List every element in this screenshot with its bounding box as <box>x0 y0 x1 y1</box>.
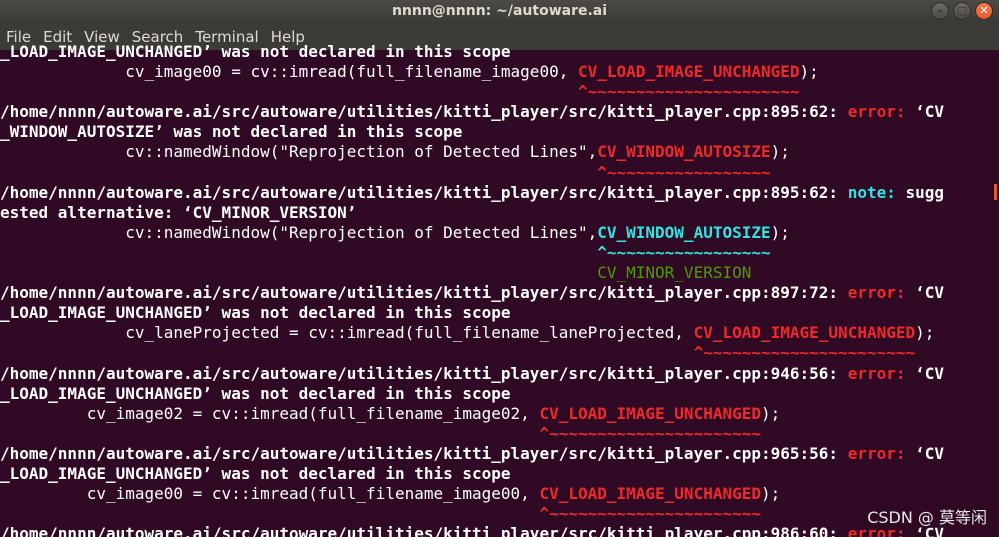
terminal-text: CV_MINOR_VERSION <box>192 202 347 222</box>
terminal-text: cv_image00 = cv::imread(full_filename_im… <box>0 62 578 82</box>
terminal-output[interactable]: _LOAD_IMAGE_UNCHANGED’ was not declared … <box>0 42 992 537</box>
terminal-text: CV_LOAD_IMAGE_UNCHANGED <box>539 484 761 504</box>
terminal-line: ^~~~~~~~~~~~~~~~~~ <box>0 243 992 263</box>
terminal-line: /home/nnnn/autoware.ai/src/autoware/util… <box>0 524 992 537</box>
terminal-line: _LOAD_IMAGE_UNCHANGED’ was not declared … <box>0 303 992 323</box>
terminal-line: ested alternative: ‘CV_MINOR_VERSION’ <box>0 203 992 223</box>
terminal-text: cv::namedWindow("Reprojection of Detecte… <box>0 142 598 162</box>
terminal-text: _LOAD_IMAGE_UNCHANGED’ was not declared … <box>0 42 511 61</box>
terminal-text: _LOAD_IMAGE_UNCHANGED’ was not declared … <box>0 463 511 483</box>
terminal-line: cv_image02 = cv::imread(full_filename_im… <box>0 404 992 424</box>
terminal-text: ); <box>761 403 781 423</box>
terminal-text: /home/nnnn/autoware.ai/src/autoware/util… <box>0 363 848 383</box>
terminal-line: cv::namedWindow("Reprojection of Detecte… <box>0 142 992 162</box>
terminal-line: ^~~~~~~~~~~~~~~~~~~~~~~ <box>0 82 992 102</box>
terminal-text: error: <box>847 443 916 463</box>
terminal-text: /home/nnnn/autoware.ai/src/autoware/util… <box>0 182 848 202</box>
terminal-text: cv_image02 = cv::imread(full_filename_im… <box>0 403 540 423</box>
terminal-text: _WINDOW_AUTOSIZE’ was not declared in th… <box>0 122 463 142</box>
watermark: CSDN @ 莫等闲 <box>867 504 987 528</box>
terminal-text: ); <box>915 323 935 343</box>
terminal-text: /home/nnnn/autoware.ai/src/autoware/util… <box>0 283 848 303</box>
terminal-text: ‘CV <box>915 363 945 383</box>
scrollbar-thumb[interactable] <box>994 184 997 200</box>
terminal-text: ‘CV <box>915 283 945 303</box>
terminal-text: CV_WINDOW_AUTOSIZE <box>597 222 771 242</box>
window-controls: – □ ✕ <box>931 2 993 20</box>
terminal-text: /home/nnnn/autoware.ai/src/autoware/util… <box>0 443 848 463</box>
terminal-text: CV_LOAD_IMAGE_UNCHANGED <box>577 62 800 82</box>
window-titlebar[interactable]: nnnn@nnnn: ~/autoware.ai – □ ✕ <box>0 0 999 22</box>
terminal-line: _LOAD_IMAGE_UNCHANGED’ was not declared … <box>0 42 992 62</box>
close-button[interactable]: ✕ <box>975 2 993 20</box>
terminal-text: ^~~~~~~~~~~~~~~~~~~~~~~ <box>0 82 800 102</box>
terminal-text: ^~~~~~~~~~~~~~~~~~ <box>0 162 771 182</box>
terminal-line: /home/nnnn/autoware.ai/src/autoware/util… <box>0 364 992 384</box>
terminal-line: _LOAD_IMAGE_UNCHANGED’ was not declared … <box>0 464 992 484</box>
terminal-line: ^~~~~~~~~~~~~~~~~~ <box>0 163 992 183</box>
terminal-text: ‘CV <box>915 102 945 122</box>
terminal-text: ^~~~~~~~~~~~~~~~~~~~~~~ <box>0 423 761 443</box>
terminal-text: /home/nnnn/autoware.ai/src/autoware/util… <box>0 524 848 537</box>
terminal-text: _LOAD_IMAGE_UNCHANGED’ was not declared … <box>0 303 511 323</box>
terminal-line: cv_laneProjected = cv::imread(full_filen… <box>0 323 992 343</box>
terminal-line: ^~~~~~~~~~~~~~~~~~~~~~~ <box>0 424 992 444</box>
terminal-text: CV_MINOR_VERSION <box>0 263 752 283</box>
terminal-text: /home/nnnn/autoware.ai/src/autoware/util… <box>0 102 848 122</box>
terminal-text: ^~~~~~~~~~~~~~~~~~~~~~~ <box>0 343 916 363</box>
terminal-text: ); <box>761 484 781 504</box>
terminal-text: ^~~~~~~~~~~~~~~~~~ <box>0 242 771 262</box>
terminal-text: cv_laneProjected = cv::imread(full_filen… <box>0 323 694 343</box>
maximize-button[interactable]: □ <box>953 2 971 20</box>
terminal-line: /home/nnnn/autoware.ai/src/autoware/util… <box>0 102 992 122</box>
terminal-text: cv_image00 = cv::imread(full_filename_im… <box>0 484 540 504</box>
terminal-line: cv::namedWindow("Reprojection of Detecte… <box>0 223 992 243</box>
terminal-text: ‘CV <box>915 443 945 463</box>
scrollbar[interactable] <box>992 50 999 537</box>
minimize-button[interactable]: – <box>931 2 949 20</box>
terminal-line: _WINDOW_AUTOSIZE’ was not declared in th… <box>0 122 992 142</box>
terminal-text: CV_WINDOW_AUTOSIZE <box>597 142 771 162</box>
terminal-line: /home/nnnn/autoware.ai/src/autoware/util… <box>0 183 992 203</box>
terminal-line: CV_MINOR_VERSION <box>0 263 992 283</box>
window-title: nnnn@nnnn: ~/autoware.ai <box>391 3 608 19</box>
terminal-line: /home/nnnn/autoware.ai/src/autoware/util… <box>0 283 992 303</box>
terminal-line: cv_image00 = cv::imread(full_filename_im… <box>0 484 992 504</box>
terminal-text: error: <box>847 283 916 303</box>
terminal-text: ^~~~~~~~~~~~~~~~~~~~~~~ <box>0 504 761 524</box>
terminal-text: ested alternative: ‘ <box>0 202 193 222</box>
terminal-text: CV_LOAD_IMAGE_UNCHANGED <box>539 403 761 423</box>
terminal-text: error: <box>847 102 916 122</box>
terminal-text: note: <box>847 182 906 202</box>
terminal-line: _LOAD_IMAGE_UNCHANGED’ was not declared … <box>0 384 992 404</box>
terminal-line: ^~~~~~~~~~~~~~~~~~~~~~~ <box>0 504 992 524</box>
terminal-text: sugg <box>905 182 945 202</box>
terminal-text: ); <box>770 222 790 242</box>
terminal-text: CV_LOAD_IMAGE_UNCHANGED <box>693 323 916 343</box>
terminal-text: ’ <box>346 202 357 222</box>
terminal-text: error: <box>847 363 916 383</box>
terminal-text: _LOAD_IMAGE_UNCHANGED’ was not declared … <box>0 383 511 403</box>
terminal-text: ); <box>770 142 790 162</box>
terminal-line: /home/nnnn/autoware.ai/src/autoware/util… <box>0 444 992 464</box>
terminal-text: cv::namedWindow("Reprojection of Detecte… <box>0 222 598 242</box>
terminal-line: cv_image00 = cv::imread(full_filename_im… <box>0 62 992 82</box>
terminal-line: ^~~~~~~~~~~~~~~~~~~~~~~ <box>0 343 992 363</box>
terminal-text: ); <box>799 62 819 82</box>
